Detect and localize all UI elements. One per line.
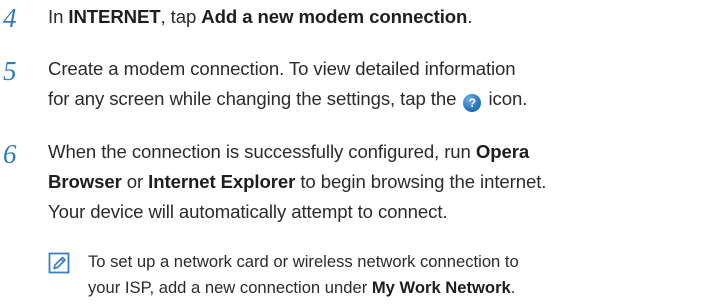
- text-segment: or: [121, 171, 149, 192]
- step-number: 5: [3, 56, 17, 86]
- text-segment: .: [467, 6, 473, 27]
- text-segment: When the connection is successfully conf…: [48, 141, 476, 162]
- step-line: In INTERNET, tap Add a new modem connect…: [48, 2, 728, 32]
- step-number: 6: [3, 139, 17, 169]
- step-text: In INTERNET, tap Add a new modem connect…: [48, 2, 728, 32]
- step-line: Browser or Internet Explorer to begin br…: [48, 167, 728, 197]
- menu-name-internet: INTERNET: [68, 6, 161, 27]
- text-segment: In: [48, 6, 69, 27]
- note-icon: [48, 252, 70, 274]
- note-line: To set up a network card or wireless net…: [88, 252, 519, 271]
- step-line: When the connection is successfully conf…: [48, 137, 728, 167]
- note-line: your ISP, add a new connection under My …: [88, 275, 728, 301]
- text-segment: .: [510, 278, 516, 297]
- step-line: for any screen while changing the settin…: [48, 84, 728, 114]
- text-segment: icon.: [483, 88, 528, 109]
- option-my-work-network: My Work Network: [371, 278, 511, 297]
- help-icon: ?: [463, 94, 482, 112]
- note-text: To set up a network card or wireless net…: [88, 249, 728, 301]
- step-number: 4: [3, 3, 17, 33]
- app-name-internet-explorer: Internet Explorer: [148, 171, 296, 192]
- text-segment: your ISP, add a new connection under: [88, 278, 372, 297]
- app-name-browser: Browser: [48, 171, 122, 192]
- option-add-modem-connection: Add a new modem connection: [201, 6, 468, 27]
- step-line: Create a modem connection. To view detai…: [48, 58, 516, 79]
- step-text: When the connection is successfully conf…: [48, 137, 728, 227]
- text-segment: , tap: [160, 6, 202, 27]
- text-segment: for any screen while changing the settin…: [48, 88, 462, 109]
- text-segment: to begin browsing the internet.: [295, 171, 547, 192]
- step-line: Your device will automatically attempt t…: [48, 201, 448, 222]
- app-name-opera: Opera: [475, 141, 530, 162]
- step-text: Create a modem connection. To view detai…: [48, 54, 728, 114]
